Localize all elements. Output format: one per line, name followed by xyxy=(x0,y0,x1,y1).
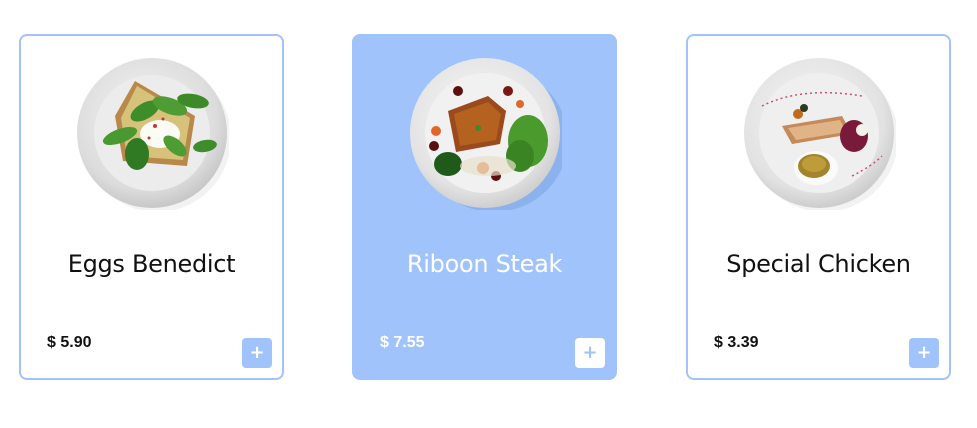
dish-name: Special Chicken xyxy=(726,250,911,278)
plus-icon: + xyxy=(916,342,932,363)
dish-price: $ 5.90 xyxy=(47,334,92,351)
dish-image xyxy=(75,56,229,210)
plus-icon: + xyxy=(249,342,265,363)
dish-name: Riboon Steak xyxy=(406,250,563,278)
dish-price: $ 3.39 xyxy=(714,334,759,351)
dish-image xyxy=(408,56,562,210)
add-to-cart-button[interactable]: + xyxy=(242,338,272,368)
plus-icon: + xyxy=(582,342,598,363)
add-to-cart-button[interactable]: + xyxy=(575,338,605,368)
menu-card-eggs-benedict[interactable]: Eggs Benedict $ 5.90 + xyxy=(19,34,284,380)
dish-price: $ 7.55 xyxy=(380,334,425,351)
menu-card-special-chicken[interactable]: Special Chicken $ 3.39 + xyxy=(686,34,951,380)
add-to-cart-button[interactable]: + xyxy=(909,338,939,368)
dish-name: Eggs Benedict xyxy=(67,250,236,278)
dish-image xyxy=(742,56,896,210)
menu-card-riboon-steak[interactable]: Riboon Steak $ 7.55 + xyxy=(352,34,617,380)
